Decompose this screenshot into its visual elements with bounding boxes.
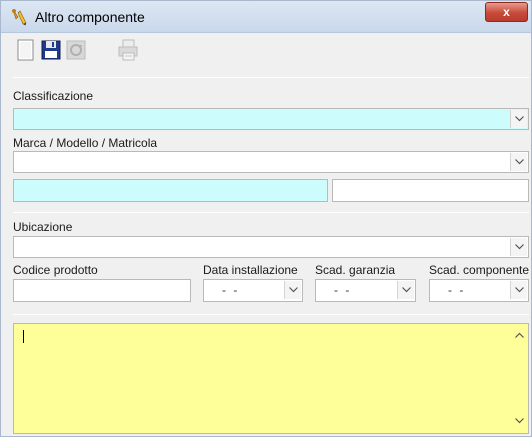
scad-garanzia-picker[interactable]: - - <box>315 279 416 302</box>
title-bar[interactable]: Altro componente x <box>1 1 531 33</box>
chevron-down-icon <box>515 287 524 293</box>
marca-modello-combo[interactable] <box>13 151 529 173</box>
dropdown-button[interactable] <box>284 281 301 299</box>
modello-field[interactable] <box>13 179 328 202</box>
window: Altro componente x Classificazione Marca… <box>0 0 532 437</box>
ubicazione-combo[interactable] <box>13 236 529 258</box>
divider <box>13 77 529 78</box>
chevron-down-icon <box>515 159 524 165</box>
scroll-down-icon[interactable] <box>515 418 524 424</box>
vertical-scrollbar[interactable] <box>511 324 528 433</box>
scad-componente-label: Scad. componente <box>429 263 530 277</box>
notes-textarea[interactable] <box>13 323 529 434</box>
chevron-down-icon <box>515 244 524 250</box>
ubicazione-label: Ubicazione <box>13 220 73 234</box>
dropdown-button[interactable] <box>510 281 527 299</box>
data-installazione-label: Data installazione <box>203 263 298 277</box>
new-button[interactable] <box>13 37 39 63</box>
codice-prodotto-label: Codice prodotto <box>13 263 98 277</box>
divider <box>13 314 529 315</box>
date-value: - - <box>222 283 240 297</box>
refresh-button[interactable] <box>63 37 89 63</box>
text-cursor <box>23 330 24 343</box>
dropdown-button[interactable] <box>397 281 414 299</box>
save-button[interactable] <box>38 37 64 63</box>
marca-modello-matricola-label: Marca / Modello / Matricola <box>13 136 158 150</box>
divider <box>13 212 529 213</box>
date-value: - - <box>448 283 466 297</box>
scad-garanzia-label: Scad. garanzia <box>315 263 396 277</box>
scad-componente-picker[interactable]: - - <box>429 279 529 302</box>
save-icon <box>38 37 64 63</box>
chevron-down-icon <box>515 116 524 122</box>
date-value: - - <box>334 283 352 297</box>
close-button[interactable]: x <box>485 2 528 22</box>
dropdown-button[interactable] <box>510 238 527 256</box>
codice-prodotto-field[interactable] <box>13 279 191 302</box>
toolbar <box>5 37 205 67</box>
dropdown-button[interactable] <box>510 110 527 128</box>
print-icon <box>115 37 141 63</box>
data-installazione-picker[interactable]: - - <box>203 279 303 302</box>
chevron-down-icon <box>402 287 411 293</box>
new-document-icon <box>13 37 39 63</box>
wrench-pencil-icon <box>10 8 28 26</box>
close-icon: x <box>503 5 510 19</box>
refresh-icon <box>63 37 89 63</box>
window-title: Altro componente <box>35 9 145 25</box>
classificazione-label: Classificazione <box>13 89 94 103</box>
classificazione-combo[interactable] <box>13 108 529 130</box>
scroll-up-icon[interactable] <box>515 332 524 338</box>
print-button[interactable] <box>115 37 141 63</box>
matricola-field[interactable] <box>332 179 529 202</box>
dropdown-button[interactable] <box>510 153 527 171</box>
chevron-down-icon <box>289 287 298 293</box>
